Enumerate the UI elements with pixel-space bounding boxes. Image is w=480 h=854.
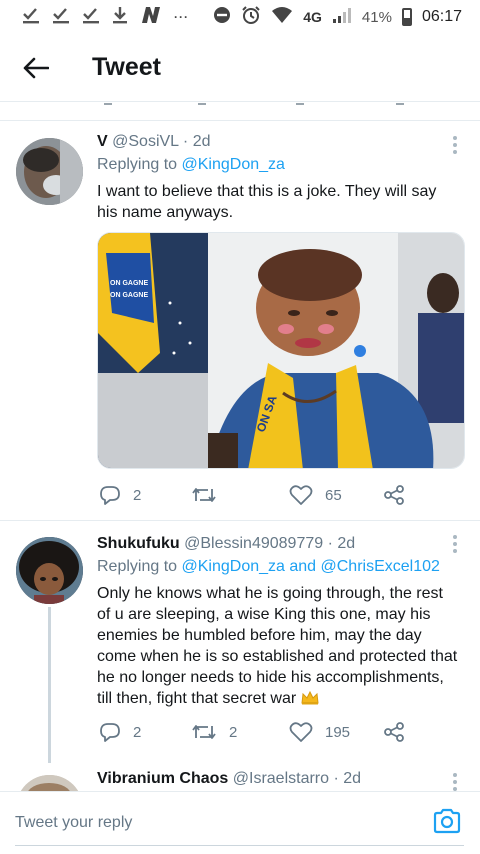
replying-to: Replying to @KingDon_za bbox=[97, 156, 460, 174]
app-header: Tweet bbox=[0, 34, 480, 102]
tweet-text: Only he knows what he is going through, … bbox=[97, 583, 460, 711]
signal-icon bbox=[332, 7, 352, 27]
user-handle[interactable]: @Blessin49089779 bbox=[184, 535, 323, 552]
reply-button[interactable]: 2 bbox=[99, 484, 141, 506]
replying-to: Replying to @KingDon_za and @ChrisExcel1… bbox=[97, 558, 460, 576]
reply-input-underline bbox=[15, 845, 464, 846]
ellipsis-icon: ··· bbox=[174, 10, 189, 24]
download-icon bbox=[112, 6, 128, 29]
tweet[interactable]: V @SosiVL · 2d Replying to @KingDon_za I… bbox=[0, 122, 480, 520]
heart-icon bbox=[289, 722, 313, 742]
thread-line bbox=[48, 607, 51, 763]
replying-prefix: Replying to bbox=[97, 558, 178, 575]
clock: 06:17 bbox=[421, 8, 462, 25]
tweet-text-body: Only he knows what he is going through, … bbox=[97, 585, 458, 707]
crown-icon bbox=[301, 690, 319, 711]
mention-link[interactable]: @KingDon_za and @ChrisExcel102 bbox=[182, 558, 440, 575]
reply-count: 2 bbox=[133, 723, 142, 741]
status-bar: ··· 4G 41% 06:17 bbox=[0, 0, 480, 34]
page-title: Tweet bbox=[92, 53, 161, 81]
battery-percent: 41% bbox=[361, 8, 392, 26]
avatar[interactable] bbox=[16, 138, 83, 205]
mention-link[interactable]: @KingDon_za bbox=[182, 156, 285, 173]
user-handle[interactable]: @Israelstarro bbox=[233, 770, 329, 787]
back-arrow-icon[interactable] bbox=[6, 38, 66, 98]
scarf-text: ON GAGNE bbox=[110, 280, 148, 287]
heart-icon bbox=[289, 485, 313, 505]
display-name[interactable]: V bbox=[97, 133, 108, 150]
like-button[interactable]: 65 bbox=[289, 484, 342, 506]
tweet-time: · 2d bbox=[333, 770, 362, 787]
retweet-icon bbox=[192, 488, 216, 502]
camera-icon[interactable] bbox=[432, 806, 462, 836]
tweet-header: Vibranium Chaos @Israelstarro · 2d bbox=[97, 770, 460, 788]
share-icon bbox=[384, 722, 404, 742]
check-download-icon bbox=[22, 6, 40, 29]
display-name[interactable]: Vibranium Chaos bbox=[97, 770, 228, 787]
like-count: 195 bbox=[325, 723, 351, 741]
scarf-text: ON GAGNE bbox=[110, 292, 148, 299]
display-name[interactable]: Shukufuku bbox=[97, 535, 180, 552]
tweet-header: Shukufuku @Blessin49089779 · 2d bbox=[97, 535, 460, 553]
reply-input[interactable]: Tweet your reply bbox=[15, 814, 132, 832]
check-download-icon bbox=[52, 6, 70, 29]
n-app-icon bbox=[140, 6, 162, 29]
tweet-text: I want to believe that this is a joke. T… bbox=[97, 183, 437, 221]
tweet-actions: 2 2 195 bbox=[97, 719, 427, 745]
share-button[interactable] bbox=[383, 484, 405, 506]
avatar[interactable] bbox=[16, 775, 83, 791]
like-button[interactable]: 195 bbox=[289, 721, 350, 743]
previous-tweet-actions bbox=[0, 103, 480, 121]
like-count: 65 bbox=[325, 486, 342, 504]
retweet-count: 2 bbox=[229, 723, 238, 741]
alarm-icon bbox=[241, 5, 261, 29]
tweet[interactable]: Shukufuku @Blessin49089779 · 2d Replying… bbox=[0, 521, 480, 763]
share-button[interactable] bbox=[383, 721, 405, 743]
retweet-button[interactable] bbox=[191, 484, 229, 506]
reply-composer: Tweet your reply bbox=[0, 791, 480, 854]
reply-icon bbox=[100, 723, 120, 742]
tweet-header: V @SosiVL · 2d bbox=[97, 133, 460, 151]
check-download-icon bbox=[82, 6, 100, 29]
user-handle[interactable]: @SosiVL bbox=[112, 133, 178, 150]
notification-icons: ··· bbox=[22, 6, 189, 29]
tweet[interactable]: Vibranium Chaos @Israelstarro · 2d bbox=[0, 763, 480, 791]
tweet-time: · 2d bbox=[327, 535, 356, 552]
retweet-button[interactable]: 2 bbox=[191, 721, 237, 743]
network-type: 4G bbox=[303, 9, 322, 25]
reply-button[interactable]: 2 bbox=[99, 721, 141, 743]
wifi-icon bbox=[271, 6, 293, 28]
share-icon bbox=[384, 485, 404, 505]
dnd-icon bbox=[213, 6, 231, 28]
replying-prefix: Replying to bbox=[97, 156, 178, 173]
tweet-time: · 2d bbox=[182, 133, 211, 150]
reply-count: 2 bbox=[133, 486, 142, 504]
battery-icon bbox=[401, 8, 412, 26]
tweet-actions: 2 65 bbox=[97, 482, 427, 508]
reply-icon bbox=[100, 486, 120, 505]
tweet-image[interactable]: ON GAGNE ON GAGNE ON SA bbox=[97, 232, 465, 469]
avatar[interactable] bbox=[16, 537, 83, 604]
retweet-icon bbox=[192, 725, 216, 739]
